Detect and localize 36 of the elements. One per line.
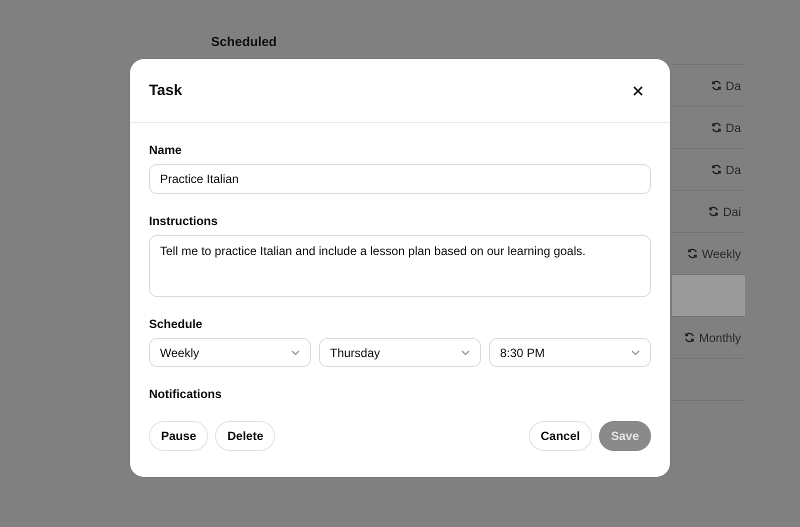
action-button[interactable]: Delete: [215, 421, 276, 451]
chevron-down-icon: [461, 350, 470, 356]
schedule-label: Da: [726, 78, 741, 92]
chevron-down-icon: [291, 350, 300, 356]
list-row[interactable]: Dai: [672, 190, 745, 232]
schedule-label: Da: [726, 120, 741, 134]
refresh-icon: [710, 122, 722, 133]
schedule-label: Monthly: [698, 330, 741, 344]
dialog-title: Task: [149, 82, 182, 99]
field-label: Instructions: [149, 214, 218, 228]
schedule-label: Dai: [722, 204, 741, 218]
action-button[interactable]: Cancel: [528, 421, 592, 451]
schedule-label: Weekly: [702, 246, 741, 260]
dropdown[interactable]: 8:30 PM: [489, 338, 651, 367]
close-icon[interactable]: [632, 84, 644, 96]
action-button[interactable]: Pause: [149, 421, 208, 451]
name-field[interactable]: Practice Italian: [149, 164, 651, 194]
dropdown[interactable]: Thursday: [319, 338, 481, 367]
dropdown[interactable]: Weekly: [149, 338, 311, 367]
refresh-icon: [686, 248, 698, 259]
refresh-icon: [684, 332, 695, 343]
list-row[interactable]: [672, 274, 745, 316]
field-label: Schedule: [149, 317, 202, 331]
instructions-field[interactable]: Tell me to practice Italian and include a lesson plan based on our learning goals.: [149, 235, 651, 297]
refresh-icon: [710, 164, 722, 175]
section-heading: Scheduled: [211, 33, 277, 51]
list-row[interactable]: Monthly: [672, 316, 745, 358]
chevron-down-icon: [631, 350, 640, 356]
refresh-icon: [710, 80, 722, 91]
list-row[interactable]: Da: [672, 64, 745, 106]
refresh-icon: [708, 206, 719, 217]
list-row[interactable]: Da: [672, 106, 745, 148]
section-label: Notifications: [149, 387, 222, 401]
schedule-label: Da: [726, 162, 741, 176]
field-label: Name: [149, 143, 182, 157]
list-row[interactable]: Da: [672, 148, 745, 190]
